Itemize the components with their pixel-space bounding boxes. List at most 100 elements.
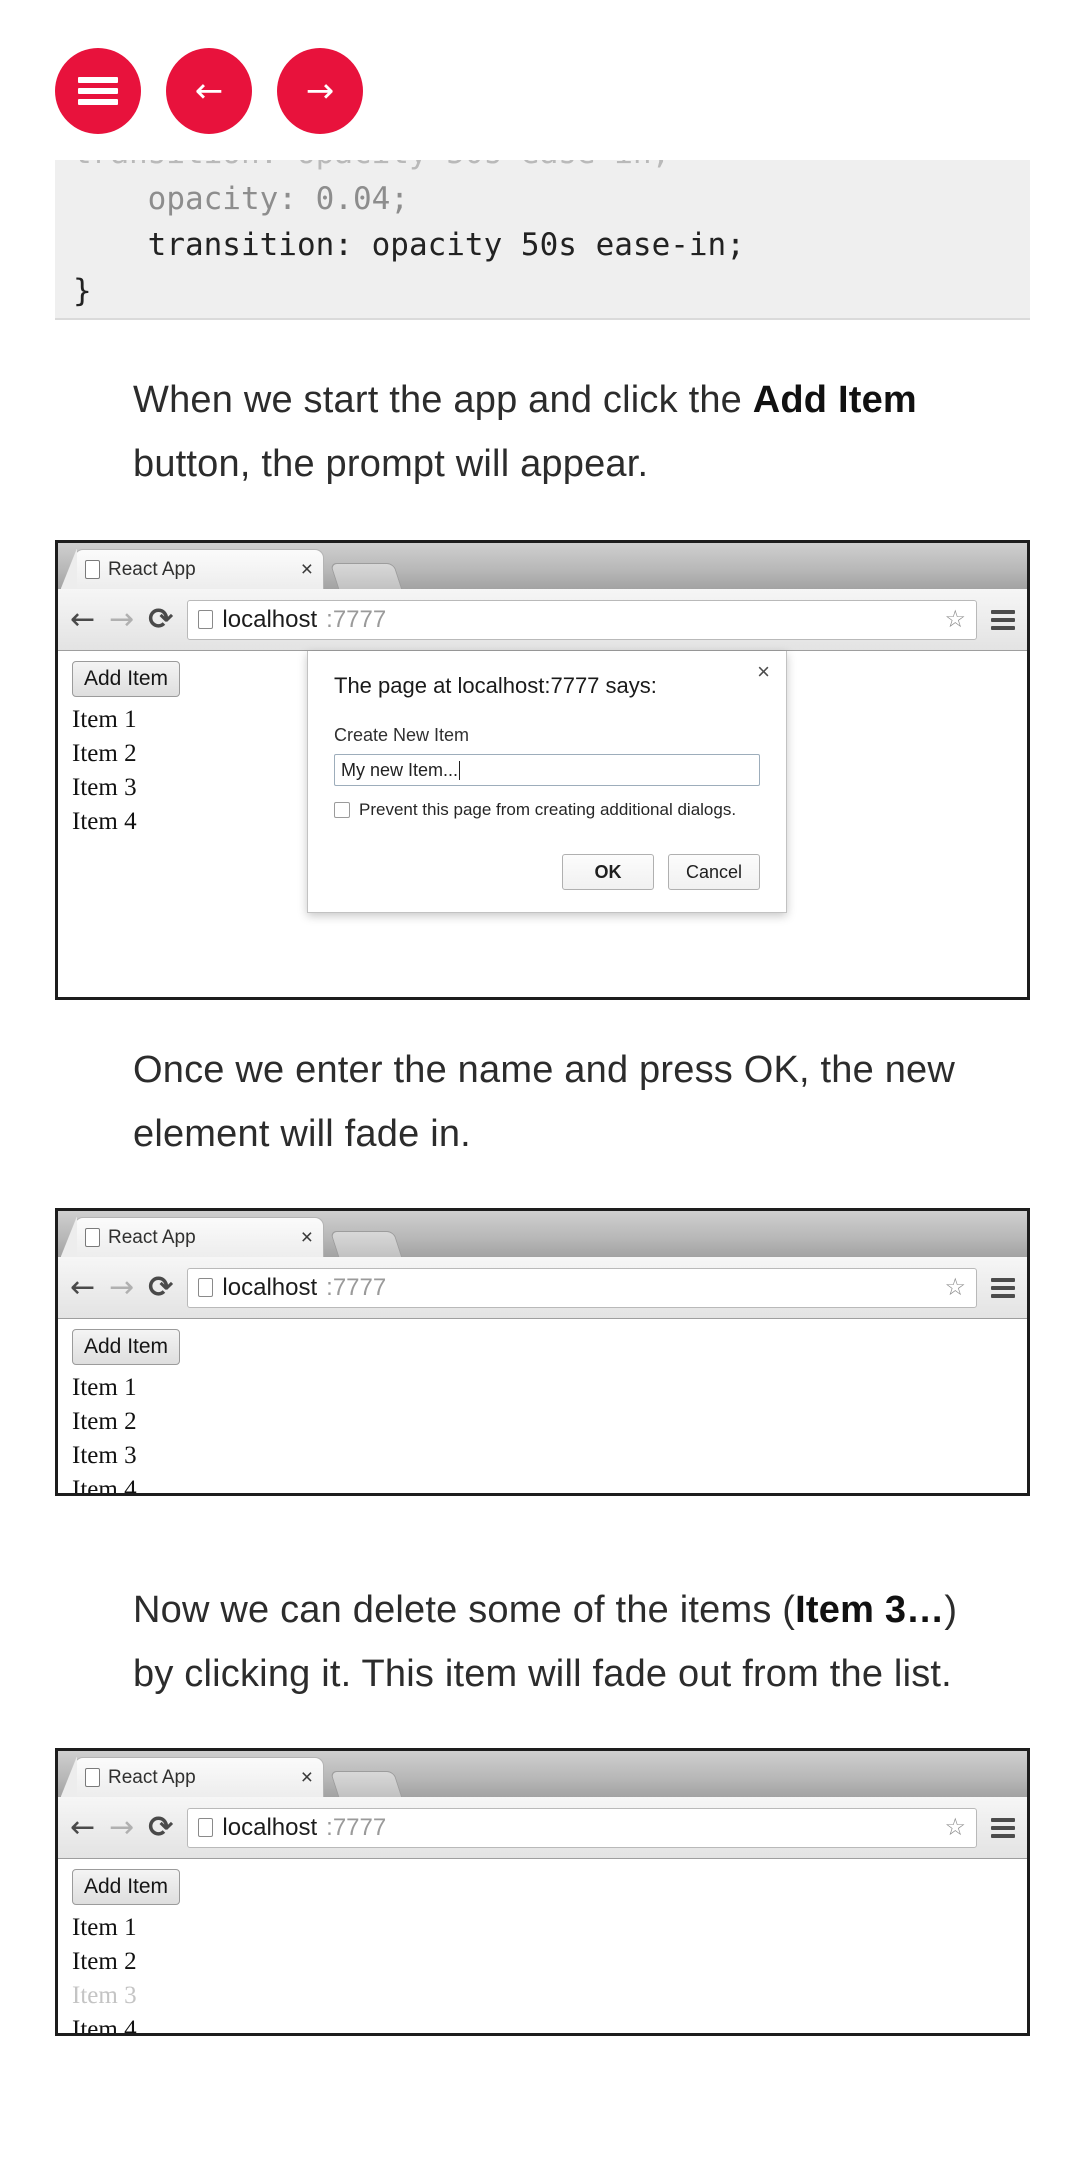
code-line-clipped: transition: opacity 50s ease-in; [73, 160, 1030, 176]
paragraph-one-lead: When we start the app and click the [133, 379, 753, 421]
forward-icon[interactable]: → [109, 604, 134, 635]
list-item[interactable]: Item 2 [72, 1405, 225, 1439]
page-viewport: Add Item Item 1Item 2Item 3Item 4My new … [58, 1319, 1027, 1493]
paragraph-three-emphasis: Item 3… [795, 1589, 945, 1631]
dialog-cancel-button[interactable]: Cancel [668, 854, 760, 890]
list-item[interactable]: Item 2 [72, 737, 137, 771]
dialog-actions: OK Cancel [334, 854, 760, 890]
prevent-dialogs-checkbox-row[interactable]: Prevent this page from creating addition… [334, 800, 760, 820]
close-icon[interactable]: × [301, 1767, 313, 1788]
browser-toolbar: ← → ⟳ localhost :7777 ☆ [58, 1797, 1027, 1859]
code-block: transition: opacity 50s ease-in; opacity… [55, 160, 1030, 320]
address-port: :7777 [326, 1273, 387, 1301]
list-item[interactable]: Item 3 [72, 771, 137, 805]
page-viewport: Add Item Item 1Item 2Item 3Item 4My new … [58, 1859, 1027, 2033]
paragraph-one-tail: button, the prompt will appear. [133, 443, 649, 485]
close-icon[interactable]: × [301, 1227, 313, 1248]
dialog-text-input[interactable]: My new Item... [334, 754, 760, 786]
browser-screenshot-one: React App × ← → ⟳ localhost:7777 ☆ Add I… [55, 540, 1030, 1000]
browser-tab-label: React App [108, 1226, 196, 1248]
bookmark-star-icon[interactable]: ☆ [944, 1813, 966, 1842]
browser-menu-icon[interactable] [991, 1817, 1015, 1838]
back-icon[interactable]: ← [70, 1812, 95, 1843]
reload-icon[interactable]: ⟳ [148, 1270, 173, 1305]
page-icon [85, 1768, 100, 1787]
page-info-icon [198, 610, 214, 629]
paragraph-three: Now we can delete some of the items (Ite… [133, 1578, 963, 1706]
hamburger-icon [78, 77, 118, 105]
back-icon[interactable]: ← [70, 604, 95, 635]
address-bar[interactable]: localhost:7777 ☆ [187, 1267, 977, 1308]
browser-tab[interactable]: React App × [61, 549, 324, 589]
list-item[interactable]: Item 4 [72, 1473, 225, 1493]
list-item[interactable]: Item 3 [72, 1979, 225, 2013]
back-icon[interactable]: ← [70, 1272, 95, 1303]
reload-icon[interactable]: ⟳ [148, 1810, 173, 1845]
dialog-prompt-label: Create New Item [334, 725, 470, 745]
browser-menu-icon[interactable] [991, 609, 1015, 630]
address-bar[interactable]: localhost :7777 ☆ [187, 1807, 977, 1848]
arrow-left-icon: ← [194, 71, 224, 111]
item-list: Item 1Item 2Item 3Item 4My new Item... [72, 1911, 225, 2033]
list-item[interactable]: Item 4 [72, 2013, 225, 2033]
browser-toolbar: ← → ⟳ localhost:7777 ☆ [58, 1257, 1027, 1319]
page-icon [85, 1228, 100, 1247]
browser-tab-label: React App [108, 1766, 196, 1788]
floating-nav: ← → [55, 48, 363, 134]
bookmark-star-icon[interactable]: ☆ [944, 605, 966, 634]
code-line-opacity: opacity: 0.04; [73, 181, 409, 217]
checkbox-icon[interactable] [334, 802, 350, 818]
menu-button[interactable] [55, 48, 141, 134]
list-item[interactable]: Item 4 [72, 805, 137, 839]
browser-tabstrip: React App × [58, 543, 1027, 589]
page-info-icon [198, 1818, 214, 1837]
paragraph-one-emphasis: Add Item [752, 379, 917, 421]
prevent-dialogs-label: Prevent this page from creating addition… [359, 800, 737, 819]
code-line-close-brace: } [73, 273, 92, 309]
item-list: Item 1 Item 2 Item 3 Item 4 [72, 703, 137, 839]
add-item-button[interactable]: Add Item [72, 661, 181, 697]
dialog-close-icon[interactable]: × [757, 661, 770, 683]
close-icon[interactable]: × [301, 559, 313, 580]
dialog-input-value: My new Item... [341, 759, 459, 780]
paragraph-one: When we start the app and click the Add … [133, 368, 963, 496]
js-prompt-dialog: × The page at localhost:7777 says: Creat… [307, 651, 787, 913]
arrow-right-icon: → [305, 71, 335, 111]
reload-icon[interactable]: ⟳ [148, 602, 173, 637]
list-item[interactable]: Item 1 [72, 703, 137, 737]
add-item-button[interactable]: Add Item [72, 1329, 181, 1365]
previous-page-button[interactable]: ← [166, 48, 252, 134]
add-item-button[interactable]: Add Item [72, 1869, 181, 1905]
list-item[interactable]: Item 1 [72, 1371, 225, 1405]
next-page-button[interactable]: → [277, 48, 363, 134]
page-icon [85, 560, 100, 579]
paragraph-three-lead: Now we can delete some of the items ( [133, 1589, 796, 1631]
list-item[interactable]: Item 2 [72, 1945, 225, 1979]
browser-tab[interactable]: React App × [61, 1757, 324, 1797]
browser-tabstrip: React App × [58, 1751, 1027, 1797]
dialog-ok-button[interactable]: OK [562, 854, 654, 890]
browser-tab[interactable]: React App × [61, 1217, 324, 1257]
address-port: :7777 [326, 1813, 387, 1841]
page-viewport: Add Item Item 1 Item 2 Item 3 Item 4 × The … [58, 651, 1027, 997]
browser-menu-icon[interactable] [991, 1277, 1015, 1298]
new-tab-button[interactable] [329, 563, 403, 589]
page-info-icon [198, 1278, 214, 1297]
new-tab-button[interactable] [329, 1231, 403, 1257]
browser-screenshot-two: React App × ← → ⟳ localhost:7777 ☆ Add I… [55, 1208, 1030, 1496]
address-host: localhost [222, 1813, 318, 1841]
new-tab-button[interactable] [329, 1771, 403, 1797]
paragraph-two: Once we enter the name and press OK, the… [133, 1049, 956, 1155]
list-item[interactable]: Item 1 [72, 1911, 225, 1945]
bookmark-star-icon[interactable]: ☆ [944, 1273, 966, 1302]
text-caret [459, 760, 461, 780]
forward-icon[interactable]: → [109, 1812, 134, 1843]
page-root: ← → transition: opacity 50s ease-in; opa… [0, 0, 1080, 2160]
forward-icon[interactable]: → [109, 1272, 134, 1303]
code-line-transition: transition: opacity 50s ease-in; [73, 227, 745, 263]
browser-tab-label: React App [108, 558, 196, 580]
list-item[interactable]: Item 3 [72, 1439, 225, 1473]
address-host: localhost [222, 605, 318, 633]
address-bar[interactable]: localhost:7777 ☆ [187, 599, 977, 640]
item-list: Item 1Item 2Item 3Item 4My new Item... [72, 1371, 225, 1493]
